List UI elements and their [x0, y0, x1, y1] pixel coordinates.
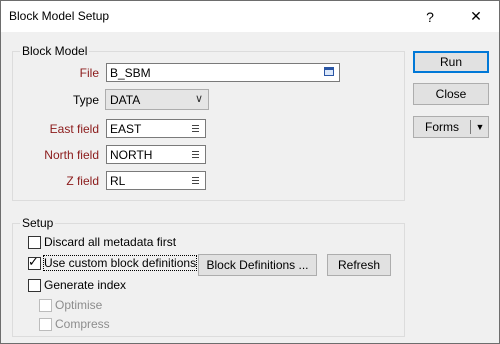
checkmark-icon: ✓ — [28, 253, 39, 269]
forms-label[interactable]: Forms — [414, 117, 470, 137]
window-title: Block Model Setup — [9, 9, 110, 23]
z-field[interactable] — [106, 171, 206, 190]
north-field[interactable] — [106, 145, 206, 164]
file-input[interactable] — [110, 65, 318, 80]
help-button[interactable]: ? — [407, 1, 453, 32]
compress-option: Compress — [39, 316, 110, 332]
discard-metadata-label: Discard all metadata first — [44, 235, 177, 249]
type-select[interactable]: DATA ∨ — [105, 89, 209, 110]
optimise-checkbox — [39, 298, 52, 312]
compress-checkbox — [39, 317, 52, 331]
east-field-input[interactable] — [110, 121, 184, 136]
setup-legend: Setup — [20, 216, 56, 230]
generate-index-option[interactable]: Generate index — [28, 277, 126, 293]
forms-button[interactable]: Forms ▼ — [413, 116, 489, 138]
type-value: DATA — [110, 93, 141, 107]
north-field-label: North field — [44, 148, 99, 162]
use-custom-block-definitions-option[interactable]: ✓ Use custom block definitions — [28, 253, 198, 271]
run-button[interactable]: Run — [413, 51, 489, 73]
file-field[interactable] — [106, 63, 340, 82]
list-icon[interactable] — [189, 175, 201, 186]
east-field-label: East field — [49, 122, 99, 136]
browse-icon[interactable] — [324, 67, 334, 76]
z-field-input[interactable] — [110, 173, 184, 188]
close-window-button[interactable]: ✕ — [453, 1, 499, 32]
use-custom-block-definitions-label: Use custom block definitions — [42, 255, 198, 271]
discard-metadata-checkbox[interactable] — [28, 235, 41, 249]
east-field[interactable] — [106, 119, 206, 138]
discard-metadata-option[interactable]: Discard all metadata first — [28, 234, 176, 250]
compress-label: Compress — [55, 317, 110, 331]
block-model-legend: Block Model — [20, 44, 90, 58]
chevron-down-icon: ∨ — [194, 93, 203, 105]
block-definitions-button[interactable]: Block Definitions ... — [198, 254, 317, 276]
list-icon[interactable] — [189, 149, 201, 160]
optimise-label: Optimise — [55, 298, 103, 312]
close-button[interactable]: Close — [413, 83, 489, 105]
generate-index-label: Generate index — [44, 278, 127, 292]
north-field-input[interactable] — [110, 147, 184, 162]
forms-separator — [470, 120, 471, 134]
file-label: File — [79, 66, 99, 80]
title-bar: Block Model Setup ? ✕ — [1, 1, 499, 32]
dropdown-arrow-icon[interactable]: ▼ — [472, 117, 488, 137]
type-label: Type — [72, 93, 99, 107]
list-icon[interactable] — [189, 123, 201, 134]
optimise-option: Optimise — [39, 297, 102, 313]
z-field-label: Z field — [66, 174, 99, 188]
block-model-setup-dialog: Block Model Setup ? ✕ Block Model File T… — [0, 0, 500, 344]
use-custom-block-definitions-checkbox[interactable]: ✓ — [28, 253, 41, 270]
generate-index-checkbox[interactable] — [28, 278, 41, 292]
refresh-button[interactable]: Refresh — [327, 254, 391, 276]
